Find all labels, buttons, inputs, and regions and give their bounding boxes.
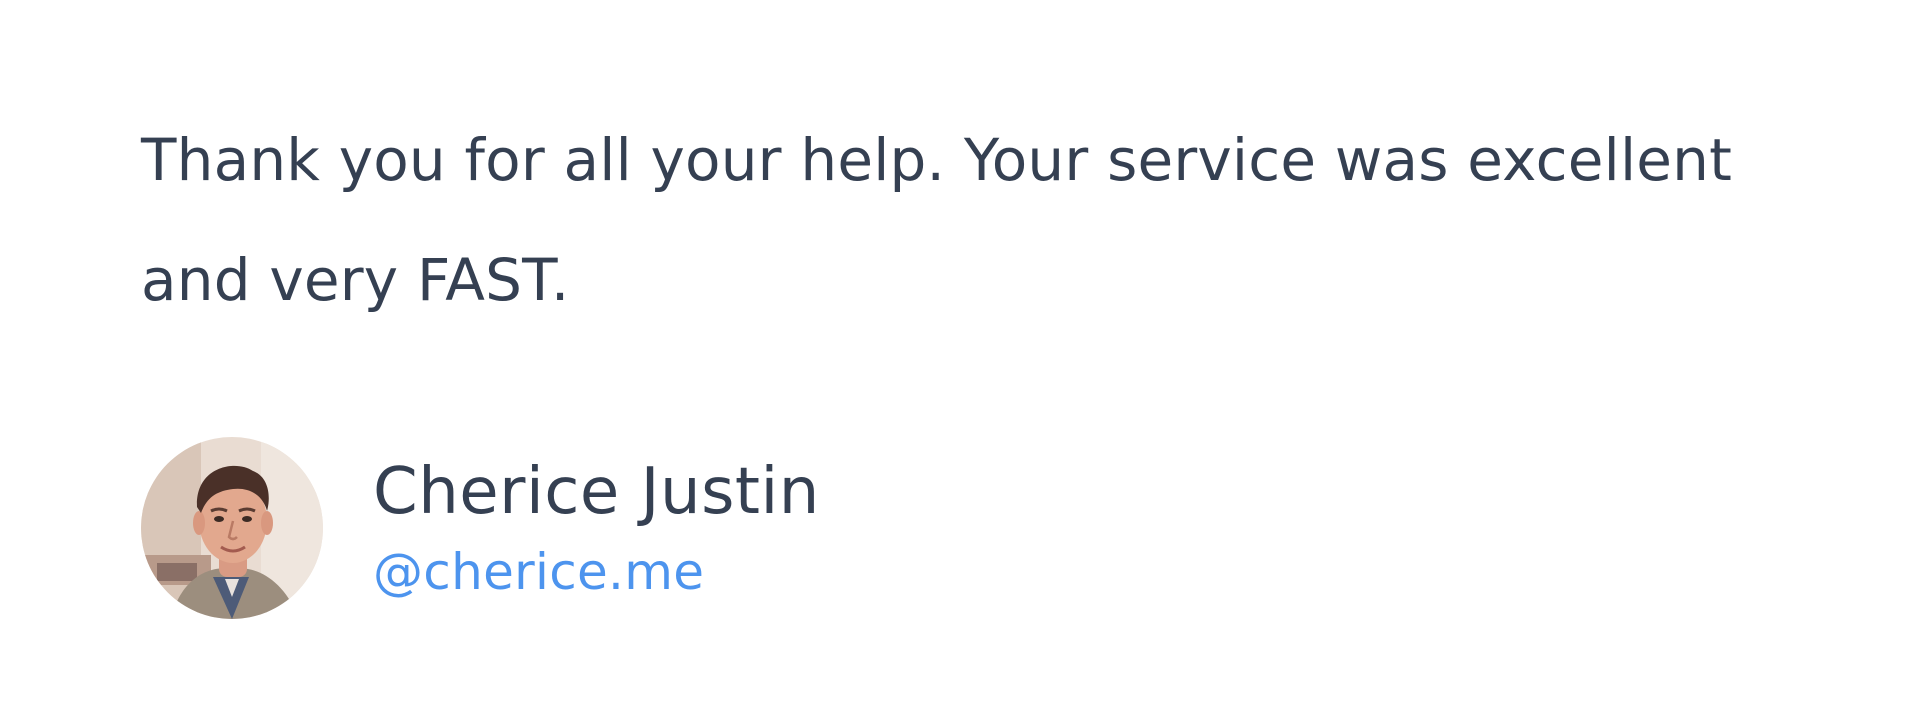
author-name: Cherice Justin bbox=[373, 455, 820, 529]
user-photo-avatar-icon bbox=[141, 437, 323, 619]
author-row: Cherice Justin @cherice.me bbox=[141, 436, 820, 620]
author-info: Cherice Justin @cherice.me bbox=[373, 452, 820, 604]
avatar bbox=[141, 437, 323, 619]
testimonial-card: Thank you for all your help. Your servic… bbox=[0, 0, 1920, 724]
testimonial-quote: Thank you for all your help. Your servic… bbox=[141, 126, 1733, 314]
author-handle-link[interactable]: @cherice.me bbox=[373, 540, 820, 604]
